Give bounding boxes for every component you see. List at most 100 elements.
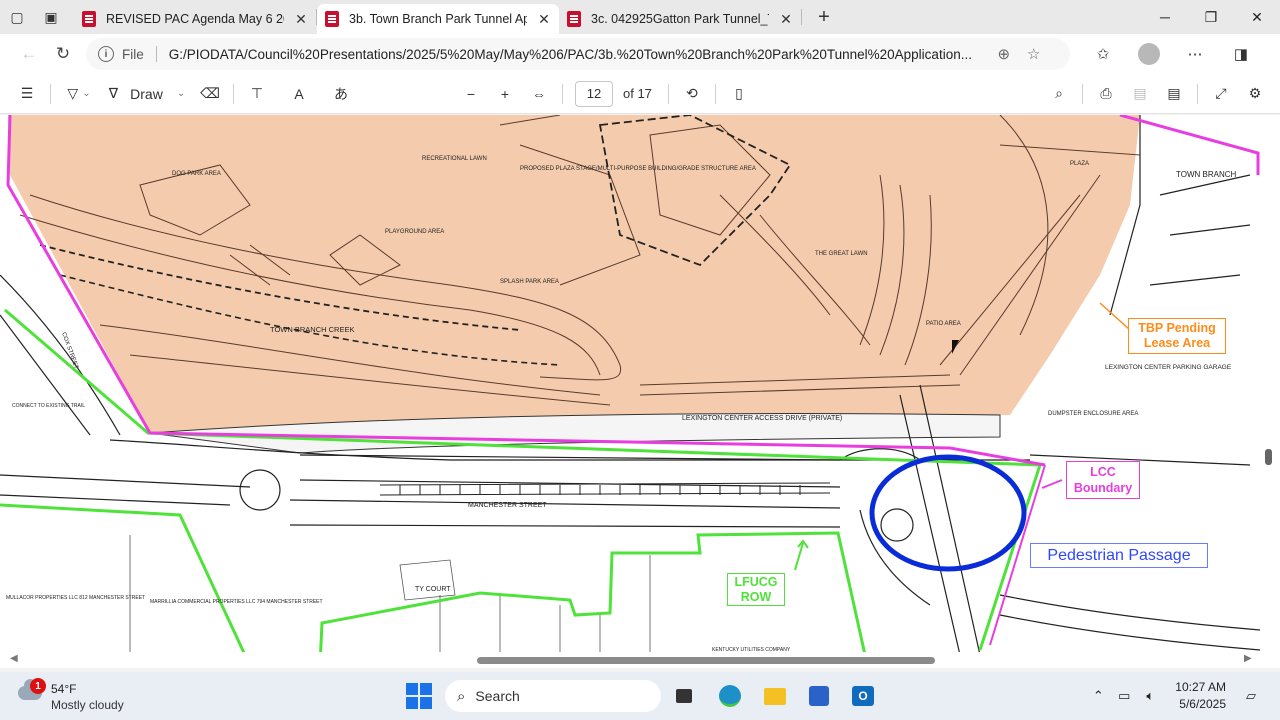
pdf-page-view[interactable]: RECREATIONAL LAWN DOG PARK AREA PROPOSED… xyxy=(0,115,1280,665)
tab-revised-pac-agenda[interactable]: REVISED PAC Agenda May 6 2025 ✕ xyxy=(74,4,316,34)
contents-icon[interactable]: ☰ xyxy=(10,78,44,110)
address-bar[interactable]: i File G:/PIODATA/Council%20Presentation… xyxy=(86,38,1070,70)
rotate-icon[interactable]: ⟲ xyxy=(675,78,709,110)
label-mullacor: MULLACOR PROPERTIES LLC 812 MANCHESTER S… xyxy=(6,595,145,601)
save-icon[interactable]: ▤ xyxy=(1123,78,1157,110)
restore-button[interactable]: ❐ xyxy=(1188,0,1234,34)
mouse-cursor xyxy=(952,340,959,354)
close-tab-icon[interactable]: ✕ xyxy=(537,11,551,28)
new-tab-button[interactable]: + xyxy=(808,2,840,32)
favorites-icon[interactable]: ✩ xyxy=(1080,37,1126,71)
label-access-drive: LEXINGTON CENTER ACCESS DRIVE (PRIVATE) xyxy=(682,415,842,422)
outlook-icon[interactable]: O xyxy=(847,680,879,712)
more-menu-icon[interactable]: ⋯ xyxy=(1172,37,1218,71)
label-dog-park: DOG PARK AREA xyxy=(172,171,221,177)
label-manchester-street: MANCHESTER STREET xyxy=(468,502,547,509)
address-bar-row: ← ↻ i File G:/PIODATA/Council%20Presenta… xyxy=(0,34,1280,74)
pedestrian-passage-text: Pedestrian Passage xyxy=(1047,547,1191,564)
favorite-star-icon[interactable]: ☆ xyxy=(1019,45,1049,63)
show-hidden-icons[interactable]: ⌃ xyxy=(1085,688,1111,704)
workspaces-icon[interactable]: ▢ xyxy=(0,0,34,34)
page-number-input[interactable]: 12 xyxy=(575,80,613,107)
lfucg-row-callout: LFUCG ROW xyxy=(727,573,785,606)
label-connect-trail: CONNECT TO EXISTING TRAIL xyxy=(12,403,85,409)
notifications-icon[interactable]: ▱ xyxy=(1238,688,1264,704)
zoom-icon[interactable]: ⊕ xyxy=(989,45,1019,63)
taskbar-search[interactable]: ⌕ Search xyxy=(445,680,661,712)
toolbar-divider xyxy=(1082,83,1083,104)
tbp-pending-text: TBP Pending Lease Area xyxy=(1138,321,1216,350)
pdf-file-icon xyxy=(82,11,96,27)
weather-temperature: 54°F xyxy=(51,682,77,696)
clock-time: 10:27 AM xyxy=(1175,680,1226,694)
microsoft-store-icon[interactable] xyxy=(803,680,835,712)
tab-town-branch-park[interactable]: 3b. Town Branch Park Tunnel App ✕ xyxy=(317,4,559,34)
label-plaza: PLAZA xyxy=(1070,161,1089,167)
fit-to-page-icon[interactable]: ⇔ xyxy=(522,78,556,110)
toolbar-divider xyxy=(50,83,51,104)
zoom-in-button[interactable]: + xyxy=(488,78,522,110)
system-clock[interactable]: 10:27 AM 5/6/2025 xyxy=(1175,679,1226,713)
toolbar-divider xyxy=(562,83,563,104)
vertical-scrollbar-thumb[interactable] xyxy=(1265,449,1272,465)
save-as-icon[interactable]: ▤ xyxy=(1157,78,1191,110)
pen-icon: ∇ xyxy=(108,85,119,101)
eraser-icon[interactable]: ⌫ xyxy=(193,78,227,110)
pdf-file-icon xyxy=(567,11,581,27)
edge-browser-icon[interactable] xyxy=(714,680,746,712)
volume-icon[interactable]: 🔈︎ xyxy=(1137,688,1163,704)
draw-button[interactable]: ∇ Draw ⌄ xyxy=(101,78,193,110)
network-icon[interactable]: ▭ xyxy=(1111,688,1137,704)
tab-title: 3c. 042925Gatton Park Tunnel_Te xyxy=(591,12,769,26)
tab-title: REVISED PAC Agenda May 6 2025 xyxy=(106,12,284,26)
url-text[interactable]: G:/PIODATA/Council%20Presentations/2025/… xyxy=(169,47,989,62)
horizontal-scrollbar-thumb[interactable] xyxy=(477,657,935,664)
zoom-out-button[interactable]: − xyxy=(454,78,488,110)
lfucg-arrow xyxy=(794,539,809,571)
search-icon[interactable]: ⌕ xyxy=(1042,78,1076,110)
roundabout-right xyxy=(880,508,914,542)
omnibox-divider xyxy=(155,46,157,62)
tab-gatton-park-tunnel[interactable]: 3c. 042925Gatton Park Tunnel_Te ✕ xyxy=(559,4,801,34)
toolbar-divider xyxy=(714,83,716,104)
roundabout-left xyxy=(239,469,281,511)
page-view-icon[interactable]: ▯ xyxy=(722,78,756,110)
fullscreen-icon[interactable]: ⤢ xyxy=(1204,78,1238,110)
sidebar-icon[interactable]: ◨ xyxy=(1218,37,1264,71)
scroll-right-icon[interactable]: ▶ xyxy=(1244,653,1252,664)
highlight-button[interactable]: ▽ ⌄ xyxy=(57,78,101,110)
search-label: Search xyxy=(475,688,520,704)
refresh-button[interactable]: ↻ xyxy=(46,37,80,71)
system-tray: ⌃ ▭ 🔈︎ 10:27 AM 5/6/2025 ▱ xyxy=(1085,678,1264,714)
back-button[interactable]: ← xyxy=(12,37,46,71)
weather-widget[interactable]: 1 54°F Mostly cloudy xyxy=(16,678,156,714)
label-recreational-lawn: RECREATIONAL LAWN xyxy=(422,156,487,162)
weather-description: Mostly cloudy xyxy=(51,698,124,712)
lcc-boundary-text: LCC Boundary xyxy=(1073,465,1133,495)
close-window-button[interactable]: ✕ xyxy=(1234,0,1280,34)
add-text-icon[interactable]: ⊤ xyxy=(240,78,274,110)
lcc-boundary-callout: LCC Boundary xyxy=(1066,461,1140,499)
site-info-icon[interactable]: i xyxy=(98,46,114,62)
label-splash-park: SPLASH PARK AREA xyxy=(500,279,559,285)
profile-avatar[interactable] xyxy=(1138,43,1160,65)
pedestrian-passage-callout: Pedestrian Passage xyxy=(1030,543,1208,568)
horizontal-scrollbar[interactable]: ◀ ▶ xyxy=(0,652,1280,668)
minimize-button[interactable]: ─ xyxy=(1142,0,1188,34)
print-icon[interactable]: ⎙ xyxy=(1089,78,1123,110)
translate-icon[interactable]: あ xyxy=(324,78,358,110)
toolbar-divider xyxy=(1197,83,1198,104)
task-view-icon[interactable] xyxy=(668,680,700,712)
page-count: of 17 xyxy=(623,86,652,101)
close-tab-icon[interactable]: ✕ xyxy=(294,11,308,28)
pdf-toolbar: ☰ ▽ ⌄ ∇ Draw ⌄ ⌫ ⊤ A あ − + ⇔ 12 of 17 ⟲ ▯… xyxy=(0,74,1280,114)
scroll-left-icon[interactable]: ◀ xyxy=(10,653,18,664)
close-tab-icon[interactable]: ✕ xyxy=(779,11,793,28)
tab-actions-icon[interactable]: ▣ xyxy=(34,0,68,34)
start-button[interactable] xyxy=(405,682,433,710)
read-aloud-icon[interactable]: A xyxy=(282,78,316,110)
file-explorer-icon[interactable] xyxy=(759,680,791,712)
toolbar-divider xyxy=(667,83,669,104)
settings-gear-icon[interactable]: ⚙ xyxy=(1238,78,1272,110)
label-patio: PATIO AREA xyxy=(926,321,961,327)
